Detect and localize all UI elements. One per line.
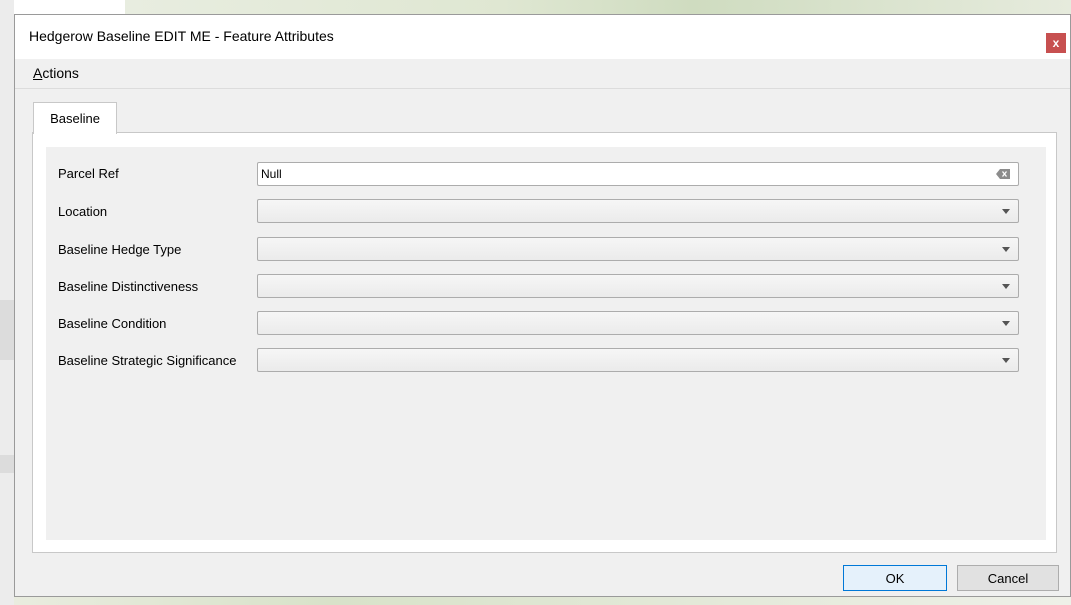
tab-panel-baseline: Parcel Ref Null Location Baseline Hedge … (32, 132, 1057, 553)
left-panel-edge (0, 0, 14, 605)
label-location: Location (58, 204, 108, 219)
window-title: Hedgerow Baseline EDIT ME - Feature Attr… (29, 28, 334, 44)
map-strip-bottom (14, 597, 1071, 605)
clear-icon[interactable] (996, 169, 1010, 179)
chevron-down-icon (1002, 247, 1010, 252)
menu-bar: Actions (15, 59, 1070, 89)
chevron-down-icon (1002, 284, 1010, 289)
chevron-down-icon (1002, 209, 1010, 214)
parcel-ref-input[interactable]: Null (257, 162, 1019, 186)
label-parcel-ref: Parcel Ref (58, 166, 119, 181)
baseline-hedge-type-combo[interactable] (257, 237, 1019, 261)
label-baseline-distinctiveness: Baseline Distinctiveness (58, 279, 199, 294)
menu-actions[interactable]: Actions (33, 65, 79, 81)
location-combo[interactable] (257, 199, 1019, 223)
ok-button[interactable]: OK (843, 565, 947, 591)
tab-baseline[interactable]: Baseline (33, 102, 117, 134)
label-baseline-strategic-significance: Baseline Strategic Significance (58, 353, 237, 368)
chevron-down-icon (1002, 321, 1010, 326)
menu-actions-label: ctions (42, 65, 79, 81)
cancel-button[interactable]: Cancel (957, 565, 1059, 591)
attribute-form: Parcel Ref Null Location Baseline Hedge … (46, 147, 1046, 540)
chevron-down-icon (1002, 358, 1010, 363)
label-baseline-condition: Baseline Condition (58, 316, 167, 331)
map-strip-top (125, 0, 1071, 14)
title-bar[interactable]: Hedgerow Baseline EDIT ME - Feature Attr… (15, 15, 1070, 59)
close-button[interactable]: x (1046, 33, 1066, 53)
feature-attributes-dialog: Hedgerow Baseline EDIT ME - Feature Attr… (14, 14, 1071, 597)
label-baseline-hedge-type: Baseline Hedge Type (58, 242, 182, 257)
parcel-ref-value: Null (261, 167, 282, 181)
baseline-condition-combo[interactable] (257, 311, 1019, 335)
menu-actions-mnemonic: A (33, 65, 43, 81)
baseline-strategic-significance-combo[interactable] (257, 348, 1019, 372)
baseline-distinctiveness-combo[interactable] (257, 274, 1019, 298)
